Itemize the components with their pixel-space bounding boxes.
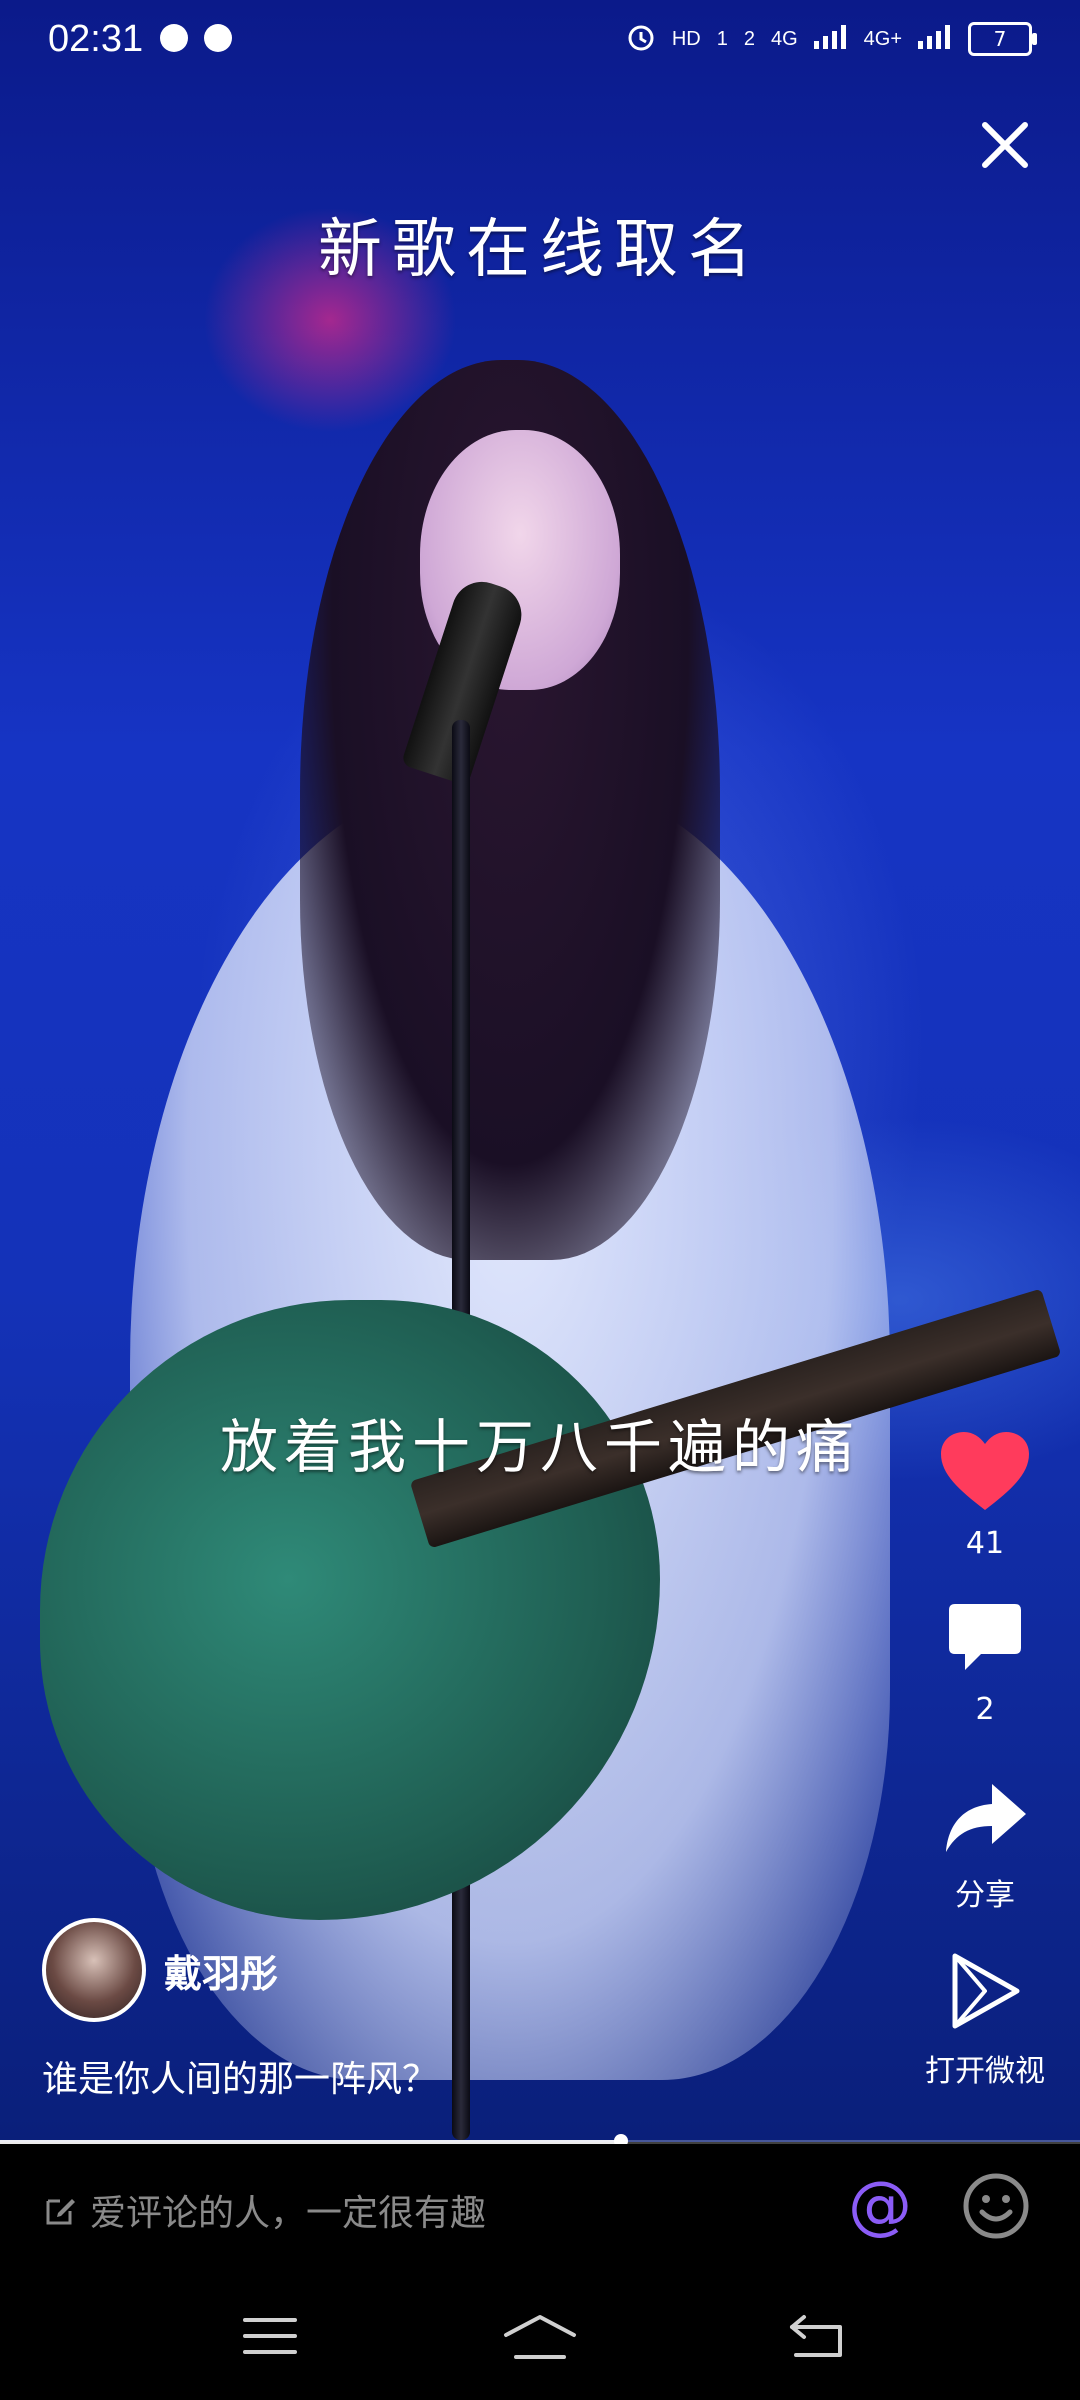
mention-button[interactable]: @: [840, 2166, 920, 2246]
hd-indicator: HD: [671, 27, 701, 50]
status-time: 02:31: [48, 18, 144, 60]
smiley-icon: [963, 2173, 1029, 2239]
video-caption: 谁是你人间的那一阵风？: [42, 2059, 439, 2100]
network-4g-plus-indicator: 4G+: [863, 27, 902, 50]
nav-menu-button[interactable]: [215, 2296, 325, 2376]
status-left-icons: [160, 24, 232, 52]
video-player[interactable]: 新歌在线取名 放着我十万八千遍的痛: [0, 0, 1080, 2142]
globe-icon: [160, 24, 188, 52]
network-4g-indicator: 4G: [770, 27, 798, 50]
play-triangle-icon: [952, 1953, 1020, 2029]
like-count: 41: [965, 1526, 1005, 1561]
app-screen: 新歌在线取名 放着我十万八千遍的痛 02:31 HD 1 2 4G 4G+ 7: [0, 0, 1080, 2400]
close-button[interactable]: [970, 110, 1040, 180]
nav-home-button[interactable]: [485, 2296, 595, 2376]
video-title-overlay: 新歌在线取名: [318, 213, 762, 287]
close-icon: [982, 122, 1028, 168]
comment-bar: 爱评论的人，一定很有趣 @: [0, 2144, 1080, 2274]
signal-icon-2: [918, 25, 952, 53]
creator-name[interactable]: 戴羽彤: [164, 1943, 278, 1998]
at-icon: @: [848, 2169, 912, 2243]
comment-bubble-icon: [949, 1604, 1021, 1670]
status-bar: 02:31 HD 1 2 4G 4G+ 7: [0, 0, 1080, 86]
system-navigation-bar: [0, 2274, 1080, 2400]
comment-input[interactable]: 爱评论的人，一定很有趣: [44, 2184, 486, 2236]
app-notification-icon: [204, 24, 232, 52]
comment-placeholder: 爱评论的人，一定很有趣: [90, 2193, 487, 2234]
alarm-icon: [626, 22, 656, 56]
creator-info[interactable]: 戴羽彤: [42, 1918, 278, 2022]
like-button[interactable]: 41: [920, 1430, 1050, 1561]
battery-level: 7: [993, 27, 1007, 51]
edit-icon: [46, 2199, 75, 2225]
emoji-button[interactable]: [956, 2166, 1036, 2246]
back-icon: [790, 2315, 842, 2357]
sim-1-indicator: 1: [716, 27, 728, 50]
comment-count: 2: [975, 1692, 995, 1727]
battery-icon: 7: [968, 22, 1037, 56]
avatar[interactable]: [42, 1918, 146, 2022]
home-icon: [504, 2315, 576, 2359]
comment-button[interactable]: 2: [920, 1600, 1050, 1727]
share-label: 分享: [955, 1878, 1015, 1913]
status-right-icons: HD 1 2 4G 4G+ 7: [626, 22, 1037, 56]
menu-icon: [243, 2318, 297, 2354]
open-app-label: 打开微视: [925, 2054, 1045, 2089]
sim-2-indicator: 2: [743, 27, 755, 50]
heart-icon: [941, 1432, 1029, 1510]
signal-icon: [813, 25, 848, 53]
nav-back-button[interactable]: [760, 2296, 870, 2376]
share-arrow-icon: [946, 1784, 1026, 1852]
share-button[interactable]: 分享: [920, 1780, 1050, 1914]
video-subtitle-overlay: 放着我十万八千遍的痛: [219, 1413, 860, 1481]
open-app-button[interactable]: 打开微视: [920, 1950, 1050, 2090]
